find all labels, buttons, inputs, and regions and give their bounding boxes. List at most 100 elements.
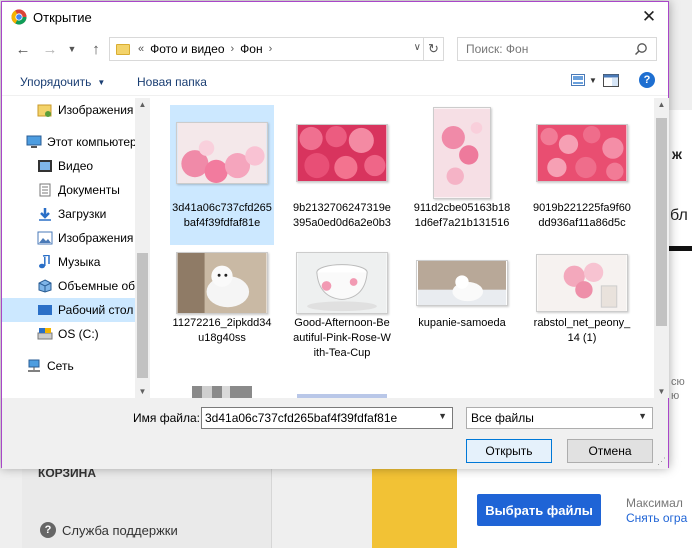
file-item[interactable]: Good-Afternoon-Beautiful-Pink-Rose-With-…	[290, 250, 394, 390]
nav-item-pictures[interactable]: Изображения	[2, 226, 135, 250]
file-item[interactable]: 3d41a06c737cfd265baf4f39fdfaf81e	[170, 105, 274, 245]
breadcrumb-overflow[interactable]: «	[138, 43, 144, 55]
filename-combobox[interactable]: ▼	[201, 407, 453, 429]
change-view-button[interactable]: ▼	[571, 74, 597, 86]
filetype-select[interactable]: Все файлы ▼	[466, 407, 653, 429]
file-list-scrollbar[interactable]: ▲ ▼	[654, 98, 669, 398]
recent-locations-button[interactable]: ▼	[62, 39, 82, 59]
preview-pane-button[interactable]	[603, 74, 619, 90]
nav-pane-scrollbar[interactable]: ▲ ▼	[135, 98, 150, 398]
nav-item-pictures-quick[interactable]: Изображения	[2, 98, 135, 122]
arrow-right-icon: →	[42, 40, 58, 58]
scroll-down-arrow-icon[interactable]: ▼	[135, 387, 150, 396]
choose-files-button[interactable]: Выбрать файлы	[477, 494, 601, 526]
file-thumbnail-wrap	[530, 250, 634, 316]
new-folder-button[interactable]: Новая папка	[137, 75, 207, 89]
forward-button[interactable]: →	[40, 39, 60, 59]
filename-input[interactable]	[205, 411, 430, 425]
file-thumbnail-wrap	[290, 105, 394, 201]
max-size-text: Максимал	[626, 496, 683, 510]
refresh-button[interactable]: ↻	[423, 38, 443, 60]
nav-item-3d-objects[interactable]: Объемные объекты	[2, 274, 150, 298]
pictures-folder-icon	[37, 104, 52, 117]
nav-item-this-pc[interactable]: Этот компьютер	[2, 130, 137, 154]
image-thumbnail	[536, 124, 628, 182]
file-name: 9b2132706247319e395a0ed0d6a2e0b3	[293, 202, 391, 229]
chevron-down-icon[interactable]: ▼	[438, 411, 447, 421]
chevron-down-icon: ▼	[97, 77, 106, 87]
back-button[interactable]: ←	[13, 39, 33, 59]
background-divider	[669, 246, 692, 251]
close-button[interactable]: ✕	[636, 5, 662, 29]
open-button[interactable]: Открыть	[466, 439, 552, 463]
file-item[interactable]	[170, 386, 274, 398]
search-input[interactable]	[466, 42, 631, 56]
downloads-folder-icon	[39, 208, 51, 221]
file-item[interactable]: 9019b221225fa9f60dd936af11a86d5c	[530, 105, 634, 245]
nav-item-downloads[interactable]: Загрузки	[2, 202, 135, 226]
breadcrumb-item[interactable]: Фото и видео	[150, 42, 224, 56]
file-name: 911d2cbe05163b181d6ef7a21b131516	[413, 202, 511, 229]
file-thumbnail-wrap	[530, 105, 634, 201]
organize-menu-button[interactable]: Упорядочить ▼	[20, 75, 105, 89]
file-item[interactable]: 11272216_2ipkdd34u18g40ss	[170, 250, 274, 390]
3d-objects-icon	[38, 279, 52, 293]
remove-limit-link[interactable]: Снять огра	[626, 511, 687, 525]
background-text-fragment: сю ю	[671, 375, 685, 403]
up-button[interactable]: ↑	[86, 39, 106, 59]
file-item[interactable]: 911d2cbe05163b181d6ef7a21b131516	[410, 105, 514, 245]
file-thumbnail-wrap	[170, 250, 274, 316]
nav-item-label: Музыка	[58, 255, 101, 269]
file-thumbnail-wrap	[410, 105, 514, 201]
background-support-link[interactable]: ? Служба поддержки	[40, 522, 178, 538]
scroll-up-arrow-icon[interactable]: ▲	[135, 100, 150, 109]
file-item[interactable]: kupanie-samoeda	[410, 250, 514, 390]
nav-item-os-drive[interactable]: OS (C:)	[2, 322, 135, 346]
scroll-down-arrow-icon[interactable]: ▼	[654, 387, 669, 396]
nav-item-desktop[interactable]: Рабочий стол	[2, 298, 135, 322]
scrollbar-thumb[interactable]	[656, 118, 667, 326]
dialog-footer: Имя файла: ▼ Все файлы ▼ Открыть Отмена …	[2, 398, 668, 469]
nav-item-music[interactable]: Музыка	[2, 250, 135, 274]
pictures-folder-icon	[37, 231, 53, 245]
address-field[interactable]: « Фото и видео › Фон › ∨ ↻	[109, 37, 444, 61]
nav-item-network[interactable]: Сеть	[2, 354, 135, 378]
breadcrumb-item[interactable]: Фон	[240, 42, 262, 56]
file-name: Good-Afternoon-Beautiful-Pink-Rose-With-…	[293, 317, 391, 359]
nav-item-documents[interactable]: Документы	[2, 178, 135, 202]
nav-item-video[interactable]: Видео	[2, 154, 135, 178]
file-item[interactable]: rabstol_net_peony_14 (1)	[530, 250, 634, 390]
address-dropdown-icon[interactable]: ∨	[414, 42, 421, 53]
title-bar[interactable]: Открытие ✕	[2, 2, 668, 32]
arrow-up-icon: ↑	[92, 40, 100, 58]
file-name: 3d41a06c737cfd265baf4f39fdfaf81e	[172, 202, 272, 229]
refresh-icon: ↻	[428, 41, 439, 56]
cancel-button[interactable]: Отмена	[567, 439, 653, 463]
chevron-right-icon[interactable]: ›	[231, 43, 235, 55]
file-name: 9019b221225fa9f60dd936af11a86d5c	[533, 202, 631, 229]
scrollbar-thumb[interactable]	[137, 253, 148, 378]
network-icon	[28, 359, 40, 372]
search-box[interactable]	[457, 37, 657, 61]
video-folder-icon	[38, 160, 52, 172]
help-button[interactable]: ?	[639, 72, 655, 88]
chevron-down-icon: ▼	[67, 44, 77, 54]
dialog-title: Открытие	[33, 10, 92, 25]
file-item[interactable]: 9b2132706247319e395a0ed0d6a2e0b3	[290, 105, 394, 245]
file-thumbnail-wrap	[290, 250, 394, 316]
scroll-up-arrow-icon[interactable]: ▲	[654, 100, 669, 109]
nav-item-label: Сеть	[47, 359, 74, 373]
chevron-right-icon[interactable]: ›	[269, 43, 273, 55]
chevron-down-icon: ▼	[589, 75, 597, 85]
background-text-fragment: ж	[672, 146, 682, 162]
search-icon[interactable]	[634, 42, 648, 56]
resize-grip-icon[interactable]: ⋰	[657, 456, 666, 467]
nav-item-label: Изображения	[58, 103, 134, 117]
filename-label: Имя файла:	[133, 411, 200, 425]
desktop-folder-icon	[38, 305, 52, 315]
help-icon: ?	[40, 522, 56, 538]
open-file-dialog: Открытие ✕ ← → ▼ ↑ « Фото и видео › Фон …	[1, 1, 669, 469]
image-thumbnail	[433, 107, 491, 199]
documents-folder-icon	[39, 183, 51, 197]
close-icon: ✕	[641, 7, 657, 26]
